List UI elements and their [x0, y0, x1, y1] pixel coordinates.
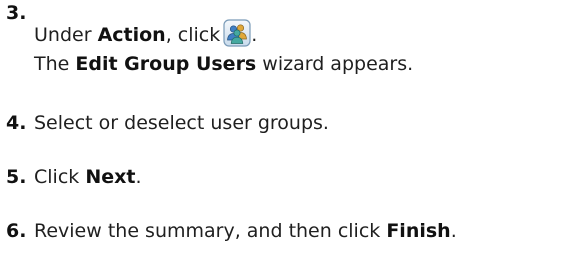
action-column-label: Action	[97, 24, 166, 46]
step-text: Click	[34, 166, 86, 188]
step-text: Review the summary, and then click	[34, 220, 387, 242]
step-body: Under Action, click . The Edit Group Use…	[34, 19, 413, 79]
step-text: , click	[165, 24, 221, 46]
step-6: 6. Review the summary, and then click Fi…	[6, 216, 556, 246]
step-number: 5.	[6, 166, 27, 188]
step-line: Under Action, click .	[34, 19, 413, 49]
step-4: 4. Select or deselect user groups.	[6, 108, 556, 138]
step-text: Under	[34, 24, 98, 46]
step-number: 6.	[6, 220, 27, 242]
step-body: Select or deselect user groups.	[34, 108, 329, 138]
step-text: wizard appears.	[256, 53, 414, 75]
step-number: 3.	[6, 2, 27, 24]
step-3: 3. Under Action, click . The Edit Group …	[6, 2, 556, 92]
step-number: 4.	[6, 112, 27, 134]
step-text: Select or deselect user groups.	[34, 112, 329, 134]
step-text: .	[450, 220, 457, 242]
next-button-label: Next	[85, 166, 136, 188]
finish-button-label: Finish	[386, 220, 451, 242]
step-5: 5. Click Next.	[6, 162, 556, 192]
wizard-name: Edit Group Users	[75, 53, 257, 75]
step-line: The Edit Group Users wizard appears.	[34, 49, 413, 79]
step-body: Click Next.	[34, 162, 142, 192]
step-text: .	[251, 24, 258, 46]
step-text: .	[135, 166, 142, 188]
group-users-icon[interactable]	[223, 19, 251, 47]
step-text: The	[34, 53, 76, 75]
step-body: Review the summary, and then click Finis…	[34, 216, 457, 246]
